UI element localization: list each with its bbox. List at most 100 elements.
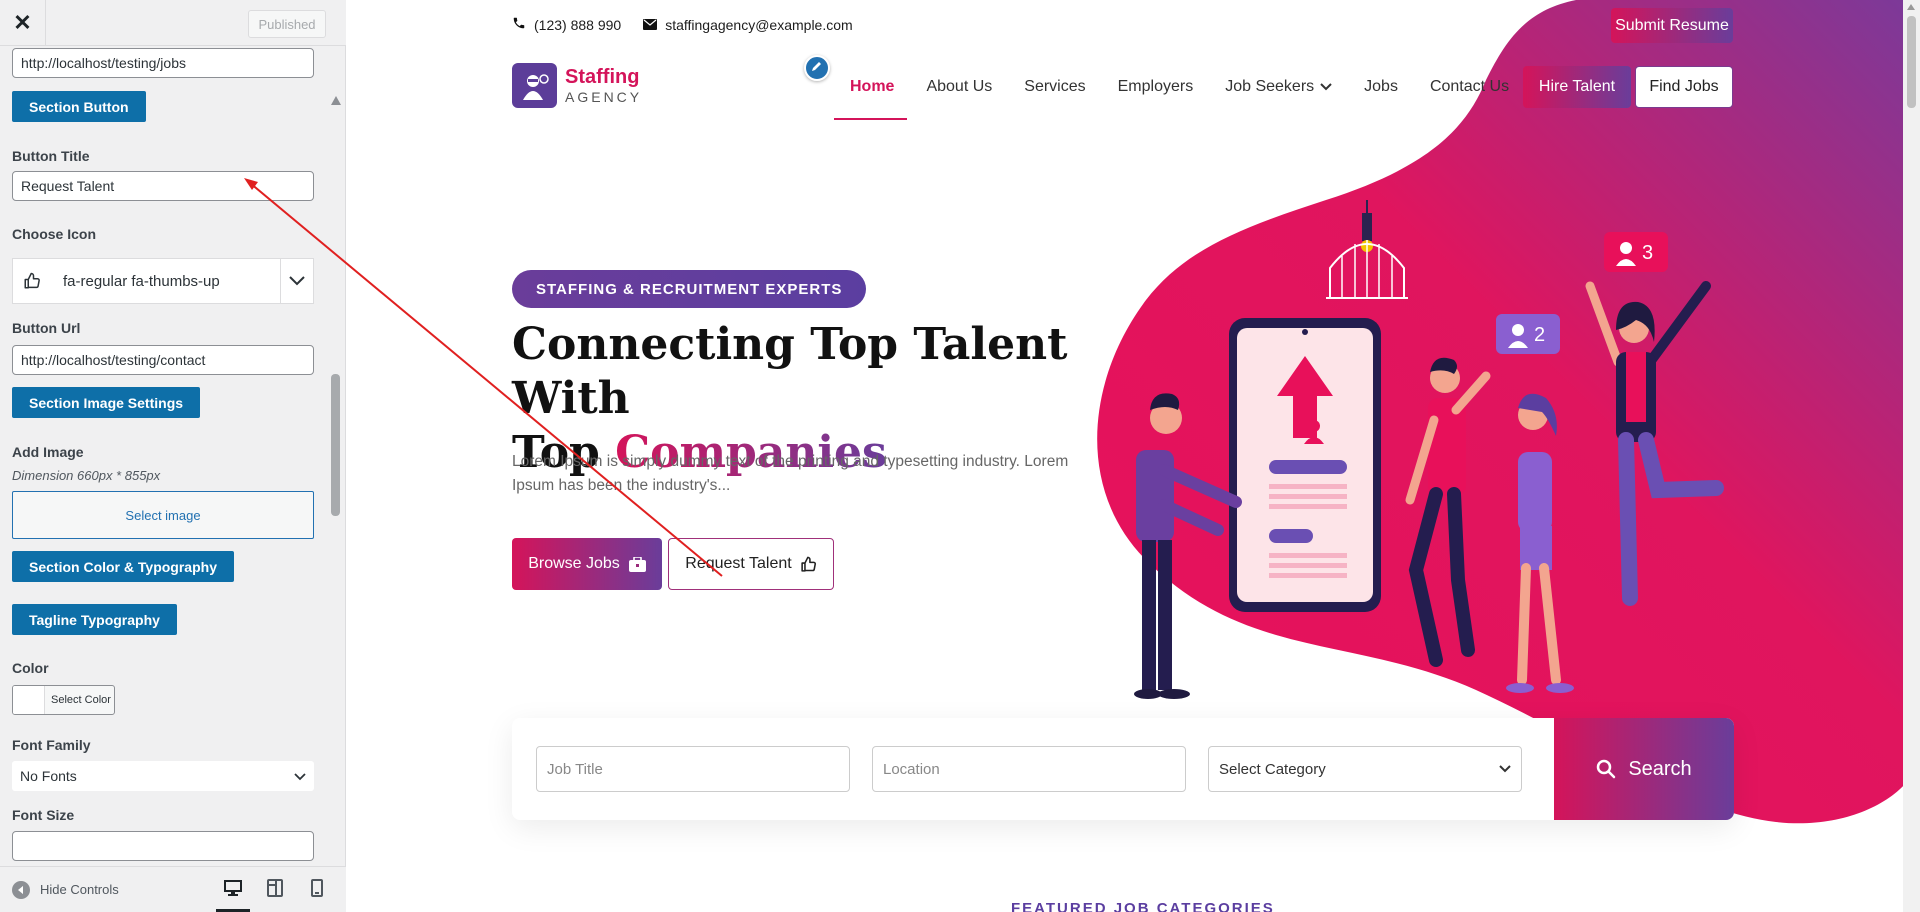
hero-title-line-1: Connecting Top Talent With — [512, 319, 1068, 424]
font-family-label: Font Family — [12, 737, 91, 753]
chevron-down-icon[interactable] — [281, 259, 313, 303]
color-swatch — [13, 686, 45, 714]
main-navigation: Home About Us Services Employers Job See… — [834, 78, 1525, 96]
briefcase-icon — [620, 556, 646, 572]
sidebar-scrollbar-thumb[interactable] — [331, 374, 340, 516]
category-select-value: Select Category — [1219, 760, 1326, 778]
envelope-icon — [643, 17, 665, 33]
font-size-field[interactable] — [12, 831, 314, 861]
choose-icon-label: Choose Icon — [12, 226, 97, 242]
active-nav-indicator — [834, 118, 907, 120]
nav-item-employers[interactable]: Employers — [1118, 78, 1194, 96]
button-title-label: Button Title — [12, 148, 90, 164]
submit-resume-button[interactable]: Submit Resume — [1611, 8, 1733, 43]
desktop-preview-button[interactable] — [212, 867, 254, 912]
browse-jobs-button[interactable]: Browse Jobs — [512, 538, 662, 590]
request-talent-label: Request Talent — [685, 555, 792, 572]
select-color-label: Select Color — [51, 694, 111, 706]
email-address: staffingagency@example.com — [665, 16, 853, 33]
close-icon: ✕ — [13, 10, 32, 35]
section-url-field[interactable]: http://localhost/testing/jobs — [12, 48, 314, 78]
thumbs-up-icon — [23, 272, 45, 290]
tablet-preview-button[interactable] — [254, 867, 296, 912]
logo-line-2: AGENCY — [565, 89, 643, 105]
contact-bar: (123) 888 990 staffingagency@example.com — [512, 16, 875, 33]
collapse-icon — [12, 880, 30, 899]
sidebar-footer: Hide Controls — [0, 866, 346, 912]
nav-item-home[interactable]: Home — [850, 78, 894, 96]
request-talent-button[interactable]: Request Talent — [668, 538, 834, 590]
preview-scrollbar-thumb[interactable] — [1907, 16, 1916, 108]
category-select[interactable]: Select Category — [1208, 746, 1522, 792]
color-picker-button[interactable]: Select Color — [12, 685, 115, 715]
select-image-button[interactable]: Select image — [12, 491, 314, 539]
edit-shortcut-button[interactable] — [804, 55, 830, 81]
logo-mark — [512, 63, 557, 108]
find-jobs-button[interactable]: Find Jobs — [1635, 66, 1733, 108]
nav-item-about-us[interactable]: About Us — [926, 78, 992, 96]
search-button[interactable]: Search — [1554, 718, 1734, 820]
mobile-icon — [311, 878, 323, 902]
logo-line-1: Staffing — [565, 66, 640, 88]
hide-controls-button[interactable]: Hide Controls — [12, 880, 119, 899]
phone-number: (123) 888 990 — [534, 16, 622, 33]
phone-icon — [512, 16, 534, 33]
scroll-up-icon[interactable] — [331, 96, 341, 105]
section-image-settings-toggle[interactable]: Section Image Settings — [12, 387, 201, 418]
icon-picker-value: fa-regular fa-thumbs-up — [63, 272, 220, 290]
pencil-icon — [811, 59, 823, 77]
font-family-select[interactable]: No Fonts — [12, 761, 314, 791]
tagline-typography-toggle[interactable]: Tagline Typography — [12, 604, 177, 635]
button-title-field[interactable]: Request Talent — [12, 171, 314, 201]
job-title-input[interactable]: Job Title — [536, 746, 850, 792]
sidebar-scrollbar[interactable] — [330, 96, 342, 866]
desktop-icon — [224, 879, 242, 901]
job-search-form: Job Title Location Select Category Searc… — [512, 718, 1734, 820]
customizer-sidebar: ✕ Published http://localhost/testing/job… — [0, 0, 346, 912]
hire-talent-button[interactable]: Hire Talent — [1523, 66, 1631, 108]
add-image-label: Add Image — [12, 444, 84, 460]
chevron-down-icon — [1499, 765, 1511, 773]
chevron-down-icon — [1320, 83, 1332, 91]
location-input[interactable]: Location — [872, 746, 1186, 792]
section-button-toggle[interactable]: Section Button — [12, 91, 146, 122]
button-url-field[interactable]: http://localhost/testing/contact — [12, 345, 314, 375]
button-url-label: Button Url — [12, 320, 81, 336]
featured-categories-heading: FEATURED JOB CATEGORIES — [1011, 900, 1275, 912]
color-label: Color — [12, 660, 49, 676]
hide-controls-label: Hide Controls — [40, 882, 119, 897]
email-contact[interactable]: staffingagency@example.com — [643, 17, 853, 33]
notification-count-2: 2 — [1534, 324, 1546, 346]
nav-item-job-seekers[interactable]: Job Seekers — [1225, 78, 1332, 96]
published-button[interactable]: Published — [248, 10, 326, 38]
sidebar-header: ✕ Published — [0, 0, 346, 46]
tablet-icon — [267, 878, 283, 902]
icon-picker[interactable]: fa-regular fa-thumbs-up — [12, 258, 314, 304]
nav-item-jobs[interactable]: Jobs — [1364, 78, 1398, 96]
mobile-preview-button[interactable] — [296, 867, 338, 912]
search-button-label: Search — [1628, 757, 1692, 780]
search-icon — [1596, 759, 1628, 779]
scroll-up-icon[interactable] — [1907, 4, 1915, 10]
dimension-description: Dimension 660px * 855px — [12, 468, 161, 483]
font-family-value: No Fonts — [20, 768, 77, 784]
browse-jobs-label: Browse Jobs — [528, 555, 620, 572]
close-button[interactable]: ✕ — [0, 0, 46, 46]
device-switcher — [212, 867, 338, 912]
nav-item-job-seekers-label: Job Seekers — [1225, 78, 1315, 95]
customizer-app: ✕ Published http://localhost/testing/job… — [0, 0, 1920, 912]
phone-contact[interactable]: (123) 888 990 — [512, 16, 621, 33]
font-size-label: Font Size — [12, 807, 75, 823]
preview-scrollbar[interactable] — [1903, 0, 1920, 912]
site-logo[interactable]: Staffing AGENCY — [512, 63, 642, 108]
thumbs-up-icon — [792, 556, 817, 573]
nav-item-contact-us[interactable]: Contact Us — [1430, 78, 1509, 96]
chevron-down-icon — [294, 768, 306, 784]
site-preview: 3 2 (123) 888 990 staffingagency@example… — [346, 0, 1920, 912]
nav-item-services[interactable]: Services — [1024, 78, 1085, 96]
hero-description: Lorem Ipsum is simply dummy text of the … — [512, 453, 1069, 494]
hero-tagline: STAFFING & RECRUITMENT EXPERTS — [512, 270, 867, 308]
sidebar-controls[interactable]: http://localhost/testing/jobs Section Bu… — [0, 46, 346, 866]
section-color-typography-toggle[interactable]: Section Color & Typography — [12, 551, 234, 582]
notification-count-3: 3 — [1642, 242, 1654, 264]
